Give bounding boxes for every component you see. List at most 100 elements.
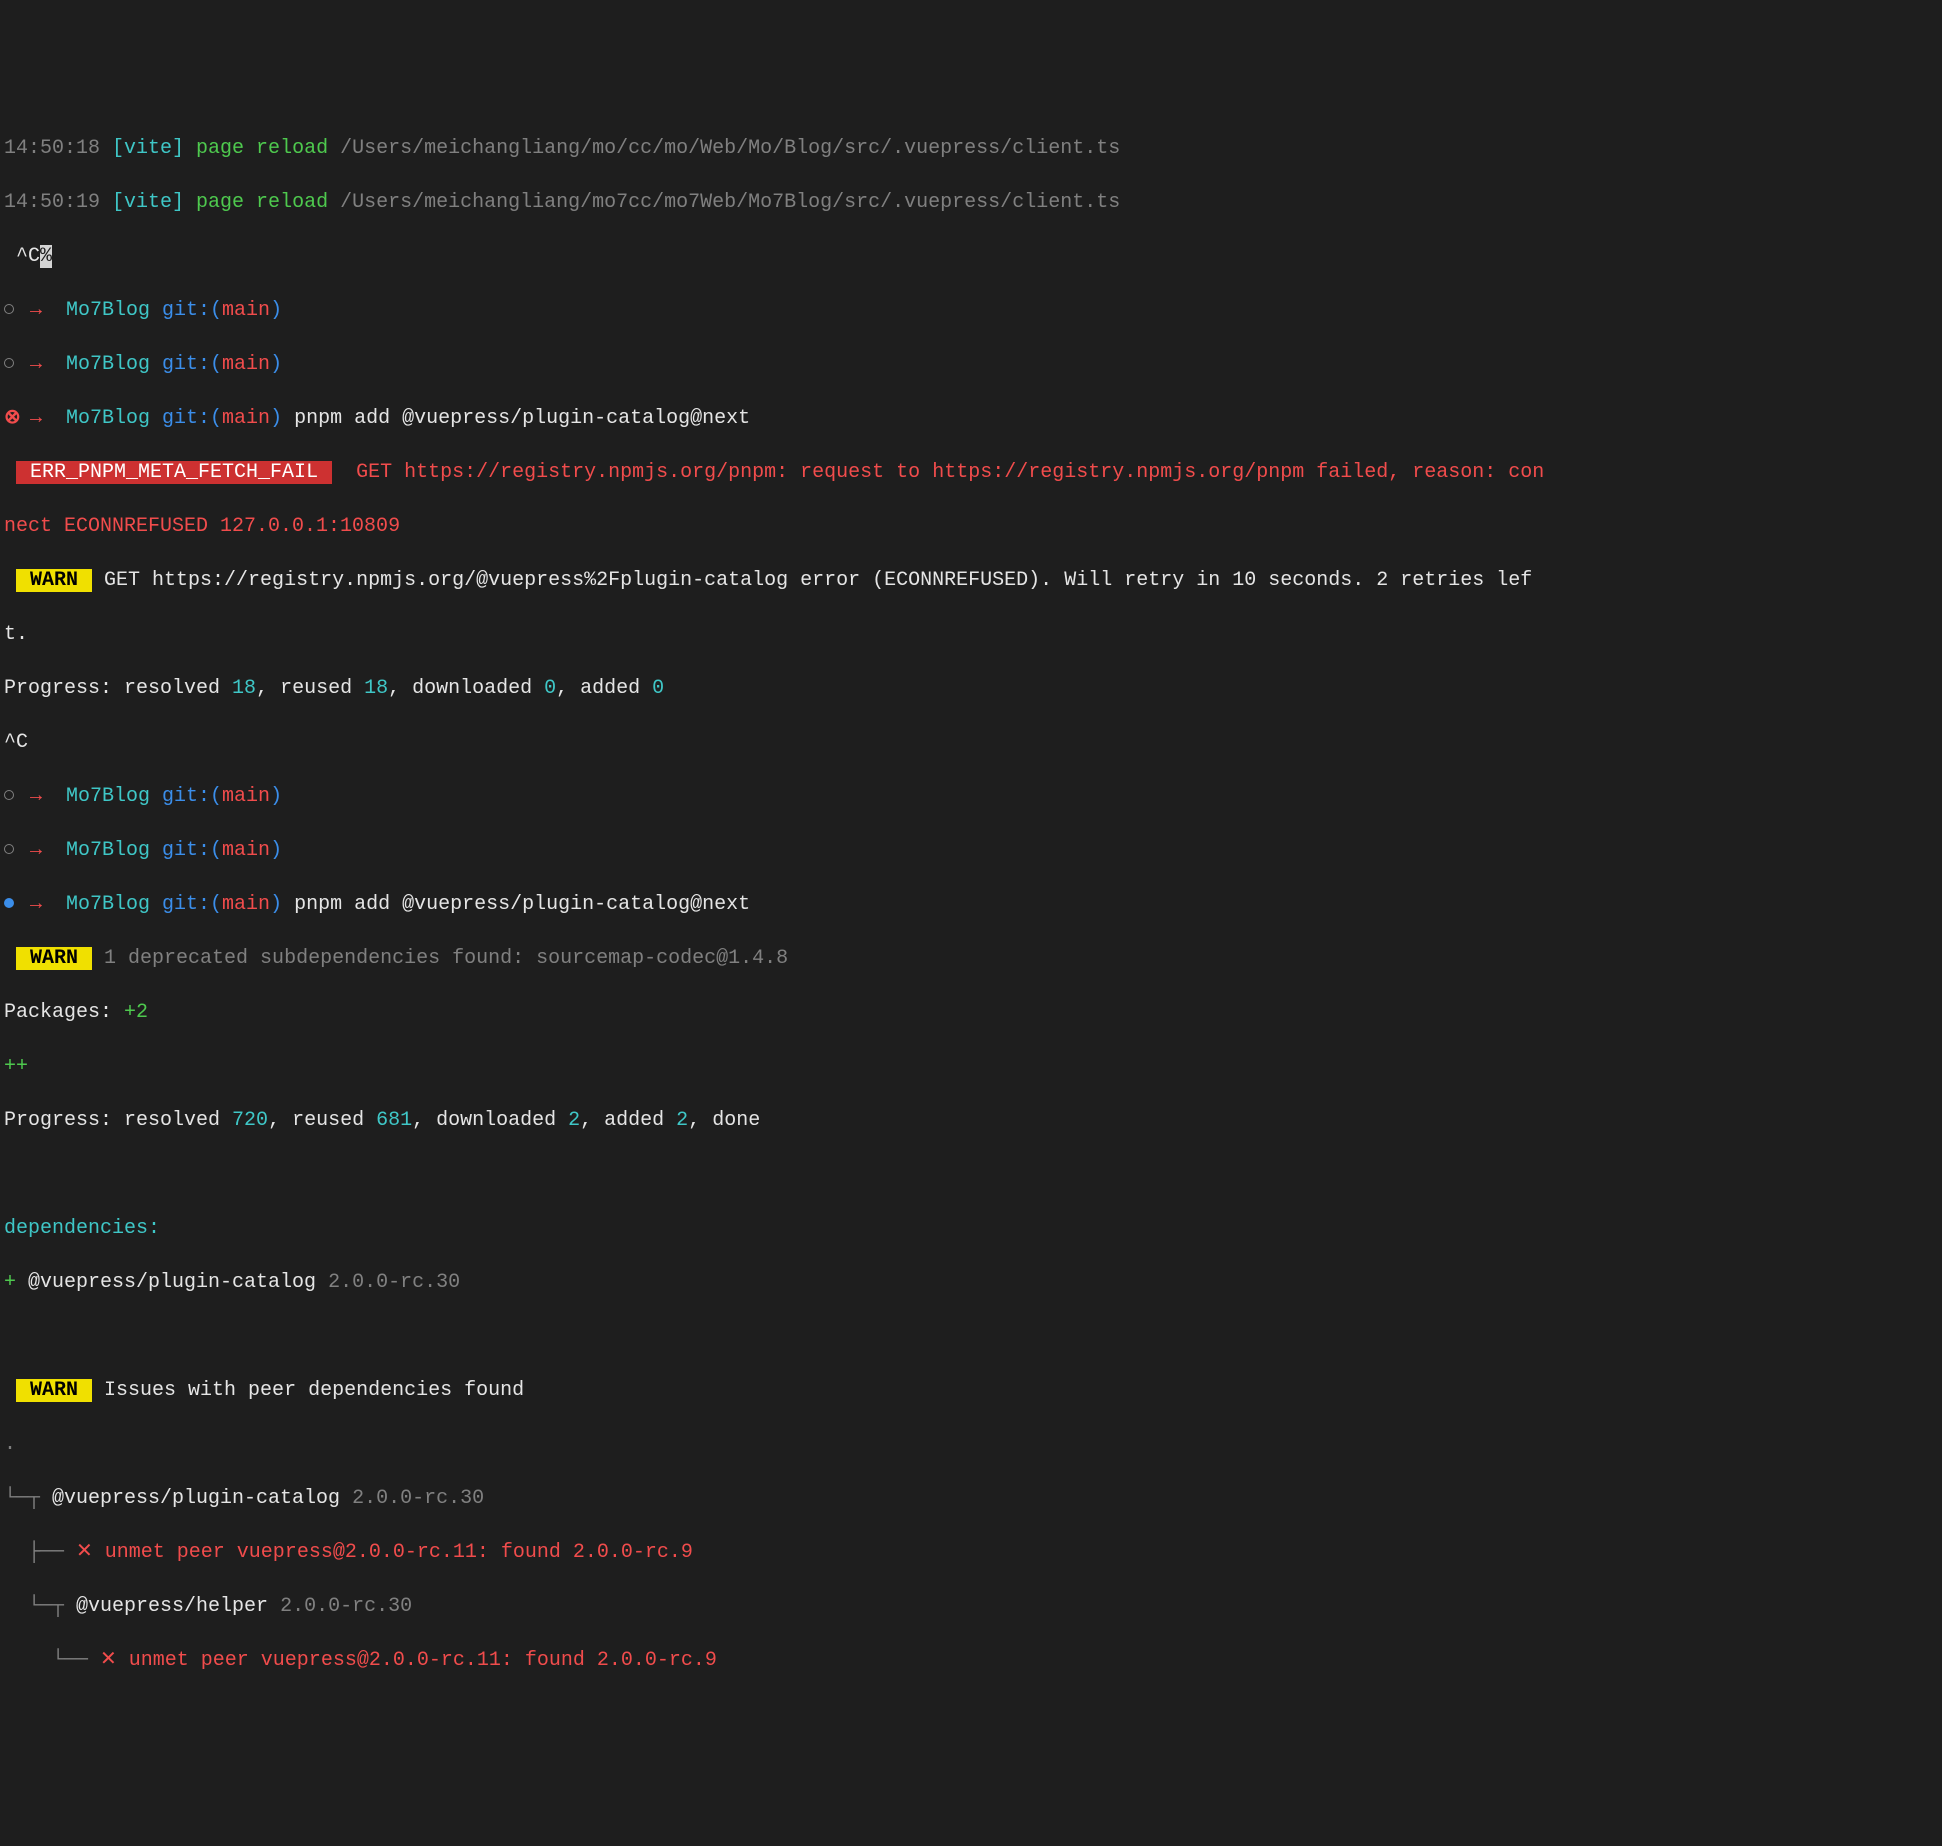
deps-header: dependencies:: [4, 1215, 1922, 1242]
dep-version: 2.0.0-rc.30: [328, 1271, 460, 1294]
git-label: git:(: [150, 893, 222, 916]
tree-pkg-version: 2.0.0-rc.30: [352, 1487, 484, 1510]
progress-label: Progress: resolved: [4, 1109, 232, 1132]
cwd-name: Mo7Blog: [66, 353, 150, 376]
prompt-line: → Mo7Blog git:(main): [4, 351, 1922, 378]
progress-num: 0: [544, 677, 556, 700]
error-line: ERR_PNPM_META_FETCH_FAIL GET https://reg…: [4, 459, 1922, 486]
git-close: ): [270, 785, 282, 808]
progress-plus: ++: [4, 1055, 28, 1078]
tree-item: └─┬ @vuepress/plugin-catalog 2.0.0-rc.30: [4, 1485, 1922, 1512]
tree-pkg-version: 2.0.0-rc.30: [280, 1595, 412, 1618]
deps-label: dependencies:: [4, 1217, 160, 1240]
file-path: /Users/meichangliang/mo/cc/mo/Web/Mo/Blo…: [340, 137, 1120, 160]
cwd-name: Mo7Blog: [66, 407, 150, 430]
status-bullet-empty-icon: [4, 844, 14, 854]
progress-label: Progress: resolved: [4, 677, 232, 700]
vite-msg: page reload: [184, 191, 340, 214]
cwd-name: Mo7Blog: [66, 785, 150, 808]
warn-line-cont: t.: [4, 621, 1922, 648]
progress-num: 2: [568, 1109, 580, 1132]
git-label: git:(: [150, 785, 222, 808]
packages-count: +2: [124, 1001, 148, 1024]
git-close: ): [270, 299, 282, 322]
vite-tag: [vite]: [112, 137, 184, 160]
blank-line: [4, 1161, 1922, 1188]
progress-bar-line: ++: [4, 1053, 1922, 1080]
dep-item: + @vuepress/plugin-catalog 2.0.0-rc.30: [4, 1269, 1922, 1296]
progress-num: 720: [232, 1109, 268, 1132]
git-label: git:(: [150, 407, 222, 430]
tree-branch-icon: └──: [4, 1649, 100, 1672]
command-text: pnpm add @vuepress/plugin-catalog@next: [282, 893, 750, 916]
git-label: git:(: [150, 839, 222, 862]
git-branch: main: [222, 893, 270, 916]
progress-num: 0: [652, 677, 664, 700]
warn-message: 1 deprecated subdependencies found: sour…: [92, 947, 788, 970]
warn-line: WARN GET https://registry.npmjs.org/@vue…: [4, 567, 1922, 594]
git-branch: main: [222, 785, 270, 808]
status-bullet-active-icon: [4, 898, 14, 908]
status-bullet-empty-icon: [4, 304, 14, 314]
tree-branch-icon: └─┬: [4, 1487, 52, 1510]
git-branch: main: [222, 353, 270, 376]
progress-num: 2: [676, 1109, 688, 1132]
git-branch: main: [222, 299, 270, 322]
error-message: GET https://registry.npmjs.org/pnpm: req…: [344, 461, 1544, 484]
prompt-line: → Mo7Blog git:(main): [4, 297, 1922, 324]
terminal-output[interactable]: 14:50:18 [vite] page reload /Users/meich…: [0, 108, 1942, 1711]
warn-badge: WARN: [16, 569, 92, 592]
arrow-icon: →: [18, 407, 66, 430]
tree-dot: .: [4, 1433, 16, 1456]
git-close: ): [270, 407, 282, 430]
tree-item: ├── ✕ unmet peer vuepress@2.0.0-rc.11: f…: [4, 1539, 1922, 1566]
warn-message: GET https://registry.npmjs.org/@vuepress…: [92, 569, 1532, 592]
unmet-peer-msg: unmet peer vuepress@2.0.0-rc.11: found 2…: [105, 1541, 693, 1564]
tree-pkg-name: @vuepress/plugin-catalog: [52, 1487, 352, 1510]
git-close: ): [270, 839, 282, 862]
git-branch: main: [222, 407, 270, 430]
tree-branch-icon: ├──: [4, 1541, 76, 1564]
tree-root: .: [4, 1431, 1922, 1458]
git-close: ): [270, 893, 282, 916]
git-close: ): [270, 353, 282, 376]
prompt-line: → Mo7Blog git:(main) pnpm add @vuepress/…: [4, 891, 1922, 918]
vite-log-line: 14:50:19 [vite] page reload /Users/meich…: [4, 189, 1922, 216]
file-path: /Users/meichangliang/mo7cc/mo7Web/Mo7Blo…: [340, 191, 1120, 214]
cwd-name: Mo7Blog: [66, 839, 150, 862]
progress-num: 18: [232, 677, 256, 700]
status-error-icon: ⊗: [4, 405, 18, 432]
vite-log-line: 14:50:18 [vite] page reload /Users/meich…: [4, 135, 1922, 162]
unmet-x-icon: ✕: [76, 1541, 105, 1564]
tree-branch-icon: └─┬: [4, 1595, 76, 1618]
warn-badge: WARN: [16, 1379, 92, 1402]
vite-msg: page reload: [184, 137, 340, 160]
error-line-cont: nect ECONNREFUSED 127.0.0.1:10809: [4, 513, 1922, 540]
arrow-icon: →: [18, 299, 66, 322]
unmet-x-icon: ✕: [100, 1649, 129, 1672]
arrow-icon: →: [18, 785, 66, 808]
warn-message: Issues with peer dependencies found: [92, 1379, 524, 1402]
arrow-icon: →: [18, 893, 66, 916]
progress-num: 681: [376, 1109, 412, 1132]
arrow-icon: →: [18, 839, 66, 862]
unmet-peer-msg: unmet peer vuepress@2.0.0-rc.11: found 2…: [129, 1649, 717, 1672]
tree-pkg-name: @vuepress/helper: [76, 1595, 280, 1618]
progress-done: , done: [688, 1109, 760, 1132]
git-label: git:(: [150, 299, 222, 322]
timestamp: 14:50:19: [4, 191, 112, 214]
progress-line: Progress: resolved 720, reused 681, down…: [4, 1107, 1922, 1134]
warn-badge: WARN: [16, 947, 92, 970]
warn-line: WARN 1 deprecated subdependencies found:…: [4, 945, 1922, 972]
prompt-line: ⊗ → Mo7Blog git:(main) pnpm add @vuepres…: [4, 405, 1922, 432]
git-label: git:(: [150, 353, 222, 376]
tree-item: └── ✕ unmet peer vuepress@2.0.0-rc.11: f…: [4, 1647, 1922, 1674]
plus-icon: +: [4, 1271, 28, 1294]
vite-tag: [vite]: [112, 191, 184, 214]
prompt-line: → Mo7Blog git:(main): [4, 783, 1922, 810]
ctrl-c-line: ^C: [4, 729, 1922, 756]
dep-name: @vuepress/plugin-catalog: [28, 1271, 328, 1294]
progress-line: Progress: resolved 18, reused 18, downlo…: [4, 675, 1922, 702]
blank-line: [4, 1323, 1922, 1350]
status-bullet-empty-icon: [4, 790, 14, 800]
